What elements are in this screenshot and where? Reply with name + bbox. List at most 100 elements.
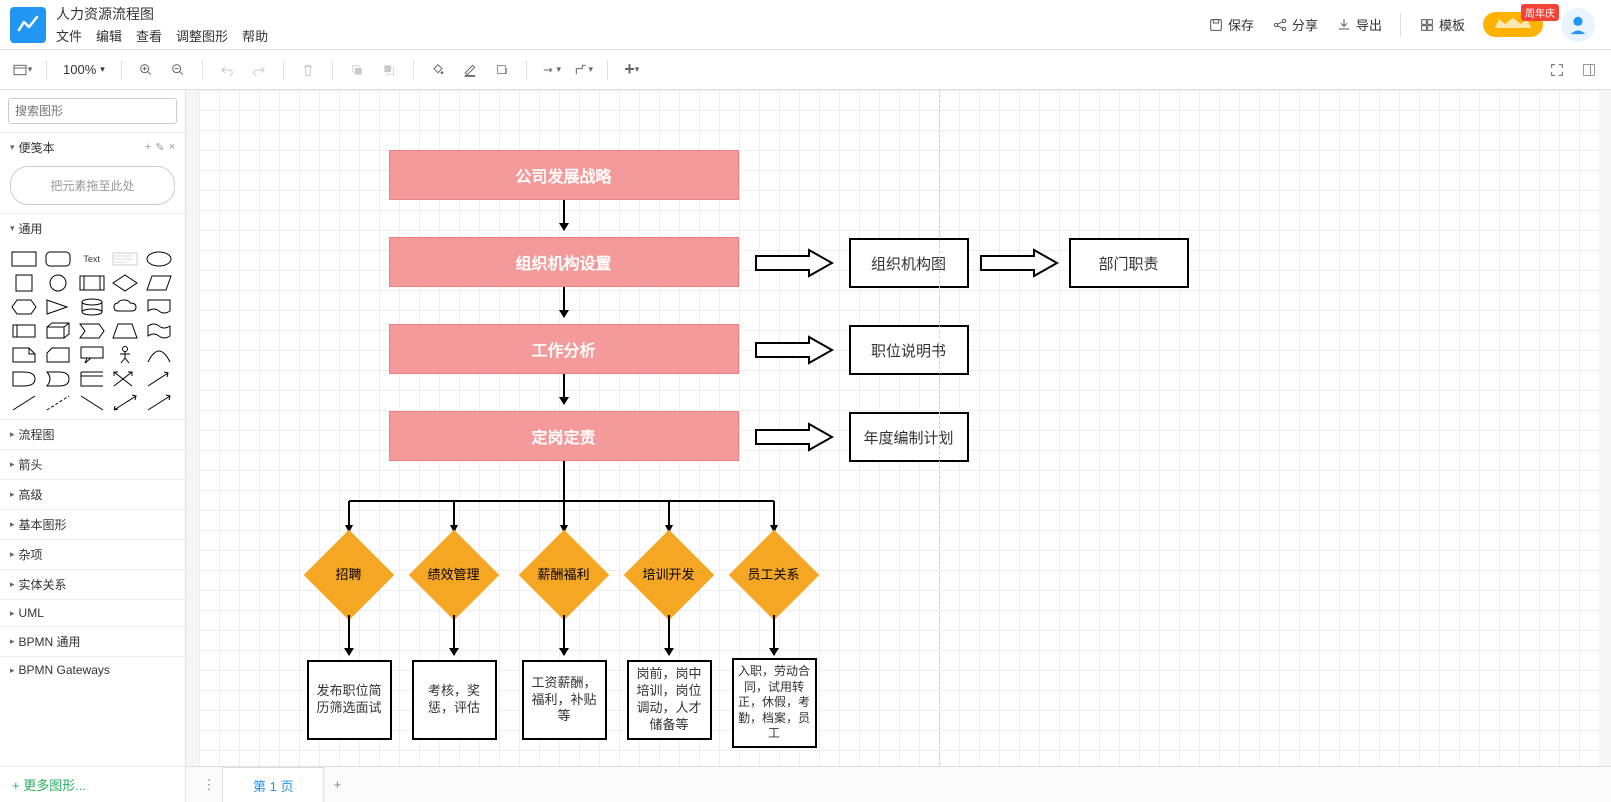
node-training[interactable]: 培训开发 [624, 530, 714, 620]
category-bpmn-gateways[interactable]: BPMN Gateways [0, 657, 185, 683]
shape-cylinder[interactable] [78, 297, 106, 317]
shadow-button[interactable] [488, 56, 516, 84]
node-rel-detail[interactable]: 入职，劳动合同，试用转正，休假，考勤，档案，员工 [732, 658, 817, 748]
shape-ellipse[interactable] [145, 249, 173, 269]
add-icon[interactable]: + [145, 141, 151, 154]
shape-diamond[interactable] [111, 273, 139, 293]
block-arrow[interactable] [754, 335, 834, 368]
node-strategy[interactable]: 公司发展战略 [389, 150, 739, 200]
format-panel-button[interactable] [1575, 56, 1603, 84]
node-train-detail[interactable]: 岗前，岗中培训，岗位调动，人才储备等 [627, 660, 712, 740]
save-button[interactable]: 保存 [1208, 15, 1254, 34]
document-title[interactable]: 人力资源流程图 [56, 4, 268, 24]
node-job-analysis[interactable]: 工作分析 [389, 324, 739, 374]
shape-and[interactable] [10, 369, 38, 389]
scratchpad-dropzone[interactable]: 把元素拖至此处 [10, 166, 175, 205]
zoom-select[interactable]: 100%▾ [57, 62, 111, 77]
node-org-setup[interactable]: 组织机构设置 [389, 237, 739, 287]
shape-cube[interactable] [44, 321, 72, 341]
redo-button[interactable] [245, 56, 273, 84]
node-annual-plan[interactable]: 年度编制计划 [849, 412, 969, 462]
line-color-button[interactable] [456, 56, 484, 84]
zoom-out-button[interactable] [164, 56, 192, 84]
to-front-button[interactable] [343, 56, 371, 84]
shape-callout[interactable] [78, 345, 106, 365]
add-page-button[interactable]: + [324, 772, 350, 798]
shape-dirarrow[interactable] [145, 393, 173, 413]
shape-step[interactable] [78, 321, 106, 341]
shape-process[interactable] [78, 273, 106, 293]
shape-parallelogram[interactable] [145, 273, 173, 293]
node-comp-detail[interactable]: 工资薪酬，福利，补贴等 [522, 660, 607, 740]
shape-search[interactable] [8, 98, 177, 124]
more-shapes-button[interactable]: + 更多图形... [0, 766, 185, 802]
category-advanced[interactable]: 高级 [0, 480, 185, 509]
shape-square[interactable] [10, 273, 38, 293]
shape-note[interactable] [10, 345, 38, 365]
category-basic[interactable]: 基本图形 [0, 510, 185, 539]
category-bpmn-general[interactable]: BPMN 通用 [0, 627, 185, 656]
menu-arrange[interactable]: 调整图形 [176, 26, 228, 45]
export-button[interactable]: 导出 [1336, 15, 1382, 34]
node-recruit-detail[interactable]: 发布职位简历筛选面试 [307, 660, 392, 740]
edit-icon[interactable]: ✎ [155, 141, 164, 154]
shape-hexagon[interactable] [10, 297, 38, 317]
shape-dashed[interactable] [44, 393, 72, 413]
shape-circle[interactable] [44, 273, 72, 293]
shape-textbox[interactable] [111, 249, 139, 269]
fullscreen-button[interactable] [1543, 56, 1571, 84]
undo-button[interactable] [213, 56, 241, 84]
to-back-button[interactable] [375, 56, 403, 84]
node-job-desc[interactable]: 职位说明书 [849, 325, 969, 375]
category-general[interactable]: 通用 [0, 214, 185, 243]
node-perf-detail[interactable]: 考核，奖惩，评估 [412, 660, 497, 740]
node-post-duty[interactable]: 定岗定责 [389, 411, 739, 461]
node-performance[interactable]: 绩效管理 [409, 530, 499, 620]
shape-card[interactable] [44, 345, 72, 365]
shape-rounded[interactable] [44, 249, 72, 269]
block-arrow[interactable] [754, 422, 834, 455]
shape-ipr[interactable] [10, 321, 38, 341]
node-dept-duty[interactable]: 部门职责 [1069, 238, 1189, 288]
menu-help[interactable]: 帮助 [242, 26, 268, 45]
node-relations[interactable]: 员工关系 [729, 530, 819, 620]
menu-file[interactable]: 文件 [56, 26, 82, 45]
close-icon[interactable]: × [169, 141, 175, 154]
shape-biarrow[interactable] [111, 369, 139, 389]
menu-edit[interactable]: 编辑 [96, 26, 122, 45]
delete-button[interactable] [294, 56, 322, 84]
pages-menu-button[interactable]: ⋮ [196, 772, 222, 798]
canvas-area[interactable]: 公司发展战略 组织机构设置 工作分析 定岗定责 组织机构图 部门职责 职位说明书… [186, 90, 1611, 802]
shape-curve[interactable] [145, 345, 173, 365]
user-avatar[interactable] [1561, 8, 1595, 42]
shape-datastore[interactable] [78, 369, 106, 389]
search-input[interactable] [15, 101, 170, 121]
shape-tape[interactable] [145, 321, 173, 341]
shape-cloud[interactable] [111, 297, 139, 317]
waypoint-button[interactable]: ▾ [569, 56, 597, 84]
category-flowchart[interactable]: 流程图 [0, 420, 185, 449]
app-logo[interactable] [10, 7, 46, 43]
category-arrows[interactable]: 箭头 [0, 450, 185, 479]
node-org-chart[interactable]: 组织机构图 [849, 238, 969, 288]
page-tab-1[interactable]: 第 1 页 [222, 767, 324, 802]
shape-line[interactable] [10, 393, 38, 413]
shape-trapezoid[interactable] [111, 321, 139, 341]
category-uml[interactable]: UML [0, 600, 185, 626]
shape-arrow[interactable] [145, 369, 173, 389]
view-button[interactable]: ▾ [8, 56, 36, 84]
category-scratchpad[interactable]: 便笺本 +✎× [0, 133, 185, 162]
template-button[interactable]: 模板 [1419, 15, 1465, 34]
shape-biarrow2[interactable] [111, 393, 139, 413]
block-arrow[interactable] [979, 248, 1059, 281]
shape-triangle[interactable] [44, 297, 72, 317]
shape-text[interactable]: Text [78, 249, 106, 269]
connection-button[interactable]: ▾ [537, 56, 565, 84]
menu-view[interactable]: 查看 [136, 26, 162, 45]
shape-line2[interactable] [78, 393, 106, 413]
fill-color-button[interactable] [424, 56, 452, 84]
shape-actor[interactable] [111, 345, 139, 365]
category-misc[interactable]: 杂项 [0, 540, 185, 569]
zoom-in-button[interactable] [132, 56, 160, 84]
shape-rect[interactable] [10, 249, 38, 269]
